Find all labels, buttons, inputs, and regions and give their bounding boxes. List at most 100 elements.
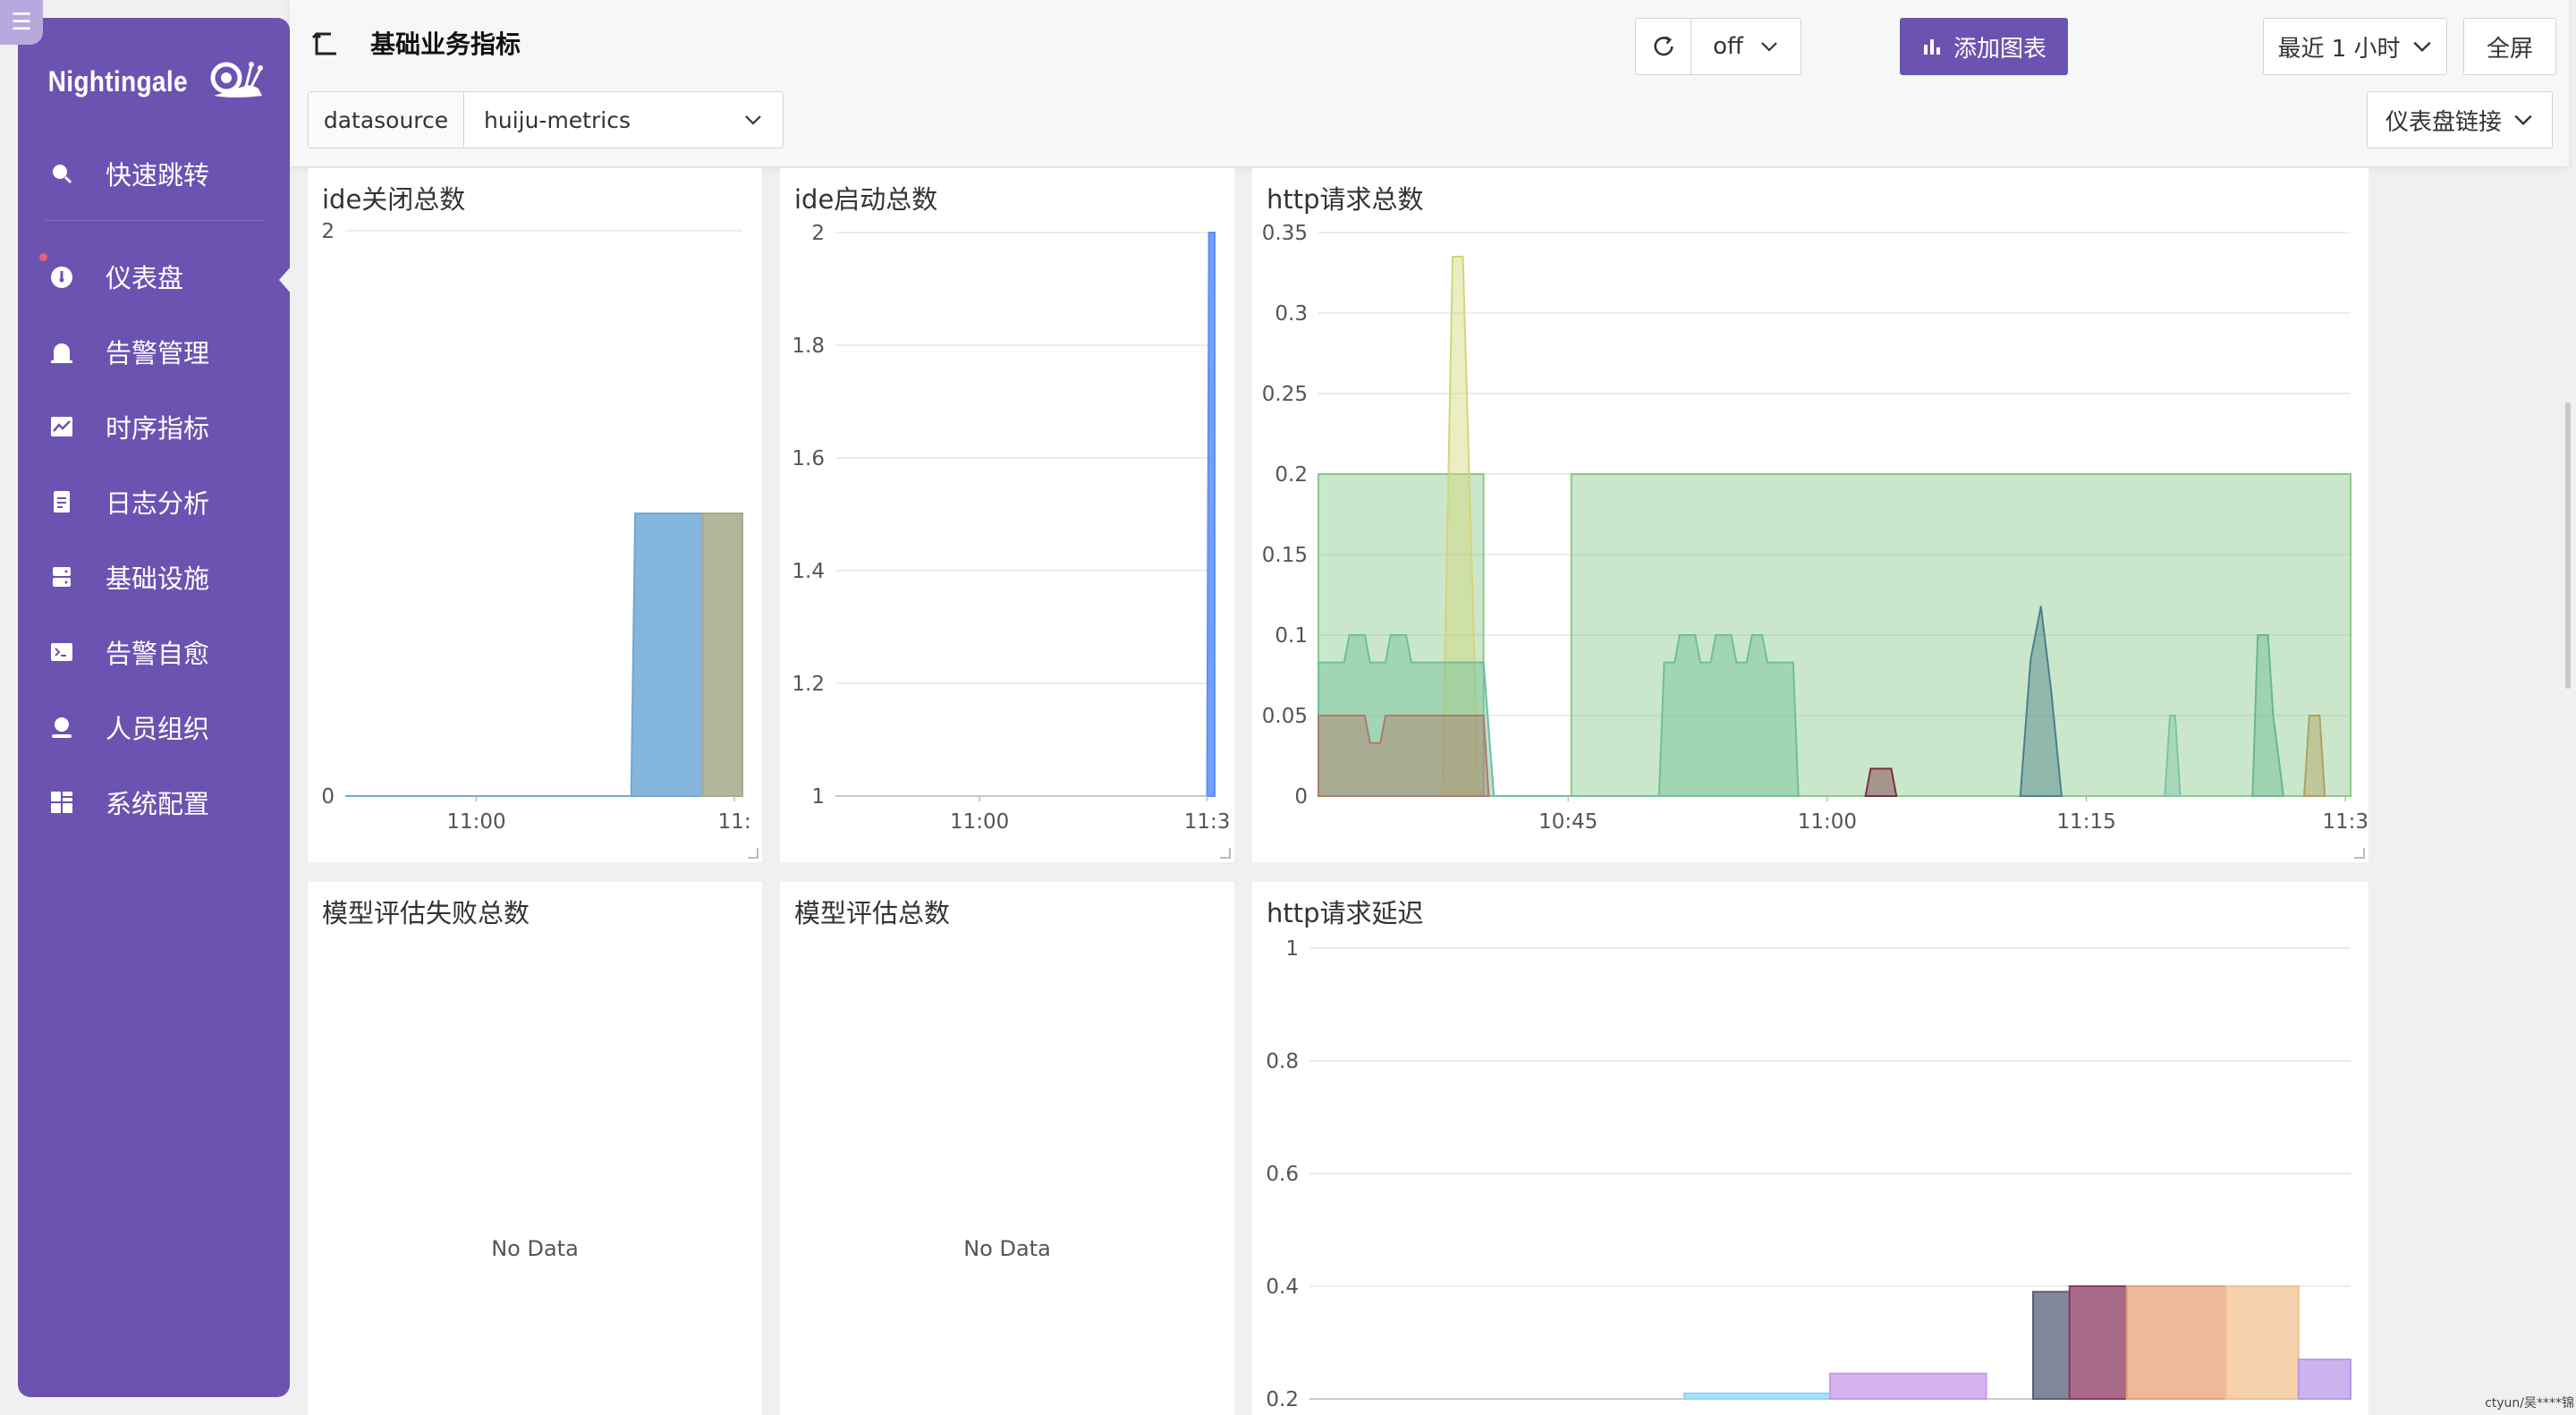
series-area <box>2224 1285 2300 1400</box>
sidebar-item-label: 仪表盘 <box>106 263 184 293</box>
x-tick-label: 11:15 <box>2056 810 2115 834</box>
alarm-icon <box>48 338 75 365</box>
add-chart-label: 添加图表 <box>1953 35 2046 63</box>
refresh-icon <box>1653 36 1674 56</box>
fullscreen-button[interactable]: 全屏 <box>2463 18 2556 75</box>
resize-handle[interactable] <box>1220 848 1231 859</box>
series-area <box>1829 1372 1987 1400</box>
sidebar-item-metrics[interactable]: 时序指标 <box>18 389 290 464</box>
snail-logo-icon <box>210 62 263 97</box>
series-area <box>1318 715 1490 797</box>
y-tick-label: 0.2 <box>1275 463 1308 487</box>
line-chart-icon <box>48 413 75 440</box>
y-tick-label: 0.4 <box>1266 1275 1299 1299</box>
y-tick-label: 0.35 <box>1262 222 1308 245</box>
logo-text: Nightingale <box>47 64 189 97</box>
settings-grid-icon <box>48 789 75 816</box>
y-tick-label: 0.25 <box>1262 383 1308 406</box>
refresh-interval-select[interactable]: off <box>1691 19 1801 74</box>
panel-ide-start[interactable]: ide启动总数 1 1.2 1.4 1.6 1.8 2 11:00 11:3 <box>780 168 1234 862</box>
dashboard-header: 基础业务指标 添加图表 off 最近 1 小时 全屏 datasource hu… <box>290 0 2569 166</box>
y-tick-label: 2 <box>321 220 335 243</box>
resize-handle[interactable] <box>748 848 758 859</box>
back-icon[interactable] <box>309 29 342 61</box>
sidebar-item-logs[interactable]: 日志分析 <box>18 464 290 539</box>
datasource-value: huiju-metrics <box>484 106 631 133</box>
sidebar-item-infrastructure[interactable]: 基础设施 <box>18 539 290 614</box>
ide-close-chart: 0 2 11:00 11: <box>321 220 751 834</box>
sidebar-item-label: 快速跳转 <box>106 160 210 191</box>
terminal-icon <box>48 639 75 665</box>
series-area <box>2068 1285 2128 1400</box>
refresh-control: off <box>1635 18 1801 75</box>
time-range-value: 最近 1 小时 <box>2277 35 2401 63</box>
series-area <box>2031 1291 2071 1400</box>
sidebar-item-alarm[interactable]: 告警管理 <box>18 314 290 389</box>
logo[interactable]: Nightingale <box>18 18 290 136</box>
y-tick-label: 1.4 <box>792 560 825 583</box>
add-chart-button[interactable]: 添加图表 <box>1900 18 2068 75</box>
sidebar-nav: 快速跳转 仪表盘 告警管理 时序指标 日志分析 基础设施 告警自愈 人员组织 系… <box>18 136 292 840</box>
panel-http-total[interactable]: http请求总数 0 0.05 0.1 0.15 0.2 0.25 0.3 0.35 10:45… <box>1252 168 2368 862</box>
panel-title: 模型评估总数 <box>794 898 951 928</box>
datasource-select[interactable]: huiju-metrics <box>464 92 783 148</box>
sidebar-item-dashboard[interactable]: 仪表盘 <box>18 239 292 314</box>
fullscreen-label: 全屏 <box>2486 35 2533 63</box>
series-area <box>1683 1392 1831 1400</box>
menu-toggle-icon[interactable]: ☰ <box>0 0 43 45</box>
page-title: 基础业务指标 <box>370 30 521 59</box>
series-area <box>2297 1358 2351 1400</box>
sidebar-item-label: 基础设施 <box>106 563 210 594</box>
x-tick-label: 11:00 <box>1798 810 1857 834</box>
dashboard-icon <box>48 263 75 290</box>
dashboard-links-dropdown[interactable]: 仪表盘链接 <box>2367 91 2553 148</box>
resize-handle[interactable] <box>2354 848 2365 859</box>
refresh-button[interactable] <box>1636 19 1691 74</box>
y-tick-label: 0 <box>321 785 335 809</box>
chevron-down-icon <box>1761 42 1777 52</box>
user-tag: ctyun/吴****锦 <box>2485 1396 2574 1411</box>
panel-eval-total[interactable]: 模型评估总数 No Data <box>780 882 1234 1415</box>
sidebar-item-label: 系统配置 <box>106 789 210 819</box>
notification-dot <box>39 253 47 261</box>
sidebar-item-label: 人员组织 <box>106 714 210 744</box>
bar-chart-icon <box>1923 39 1940 55</box>
series-area <box>1864 767 1898 797</box>
sidebar-item-users[interactable]: 人员组织 <box>18 690 290 765</box>
search-icon <box>48 160 75 187</box>
no-data-text: No Data <box>963 1236 1051 1261</box>
sidebar-divider <box>45 220 263 221</box>
y-tick-label: 1 <box>811 785 825 809</box>
y-tick-label: 2 <box>811 222 825 245</box>
y-tick-label: 1.6 <box>792 447 825 470</box>
server-icon <box>48 563 75 590</box>
datasource-variable: datasource huiju-metrics <box>308 91 784 148</box>
chevron-down-icon <box>2514 114 2532 126</box>
time-range-picker[interactable]: 最近 1 小时 <box>2263 18 2447 75</box>
y-tick-label: 0.6 <box>1266 1163 1299 1186</box>
panel-eval-fail[interactable]: 模型评估失败总数 No Data <box>308 882 762 1415</box>
panel-http-latency[interactable]: http请求延迟 0.2 0.4 0.6 0.8 1 <box>1252 882 2368 1415</box>
y-tick-label: 0.1 <box>1275 624 1308 648</box>
http-total-chart: 0 0.05 0.1 0.15 0.2 0.25 0.3 0.35 10:45 11:00 11:1… <box>1262 222 2368 834</box>
sidebar-item-label: 日志分析 <box>106 488 210 519</box>
http-latency-chart: 0.2 0.4 0.6 0.8 1 <box>1266 937 2351 1411</box>
panel-ide-close[interactable]: ide关闭总数 0 2 11:00 11: <box>308 168 762 862</box>
x-tick-label: 11:3 <box>1184 810 1231 834</box>
y-tick-label: 1 <box>1285 937 1299 961</box>
sidebar-item-quick-jump[interactable]: 快速跳转 <box>18 136 290 211</box>
y-tick-label: 0.2 <box>1266 1388 1299 1411</box>
y-tick-label: 1.8 <box>792 335 825 358</box>
dashboard-links-label: 仪表盘链接 <box>2385 108 2502 136</box>
chevron-down-icon <box>2412 41 2431 53</box>
series-area <box>2125 1285 2227 1400</box>
sidebar-item-settings[interactable]: 系统配置 <box>18 765 290 840</box>
sidebar-item-label: 告警管理 <box>106 338 210 369</box>
sidebar-item-self-healing[interactable]: 告警自愈 <box>18 614 290 690</box>
user-icon <box>48 714 75 741</box>
x-tick-label: 11: <box>718 810 751 834</box>
y-tick-label: 0.8 <box>1266 1050 1299 1073</box>
x-tick-label: 11:00 <box>950 810 1009 834</box>
y-tick-label: 0.15 <box>1262 544 1308 567</box>
scrollbar-thumb[interactable] <box>2565 402 2571 689</box>
